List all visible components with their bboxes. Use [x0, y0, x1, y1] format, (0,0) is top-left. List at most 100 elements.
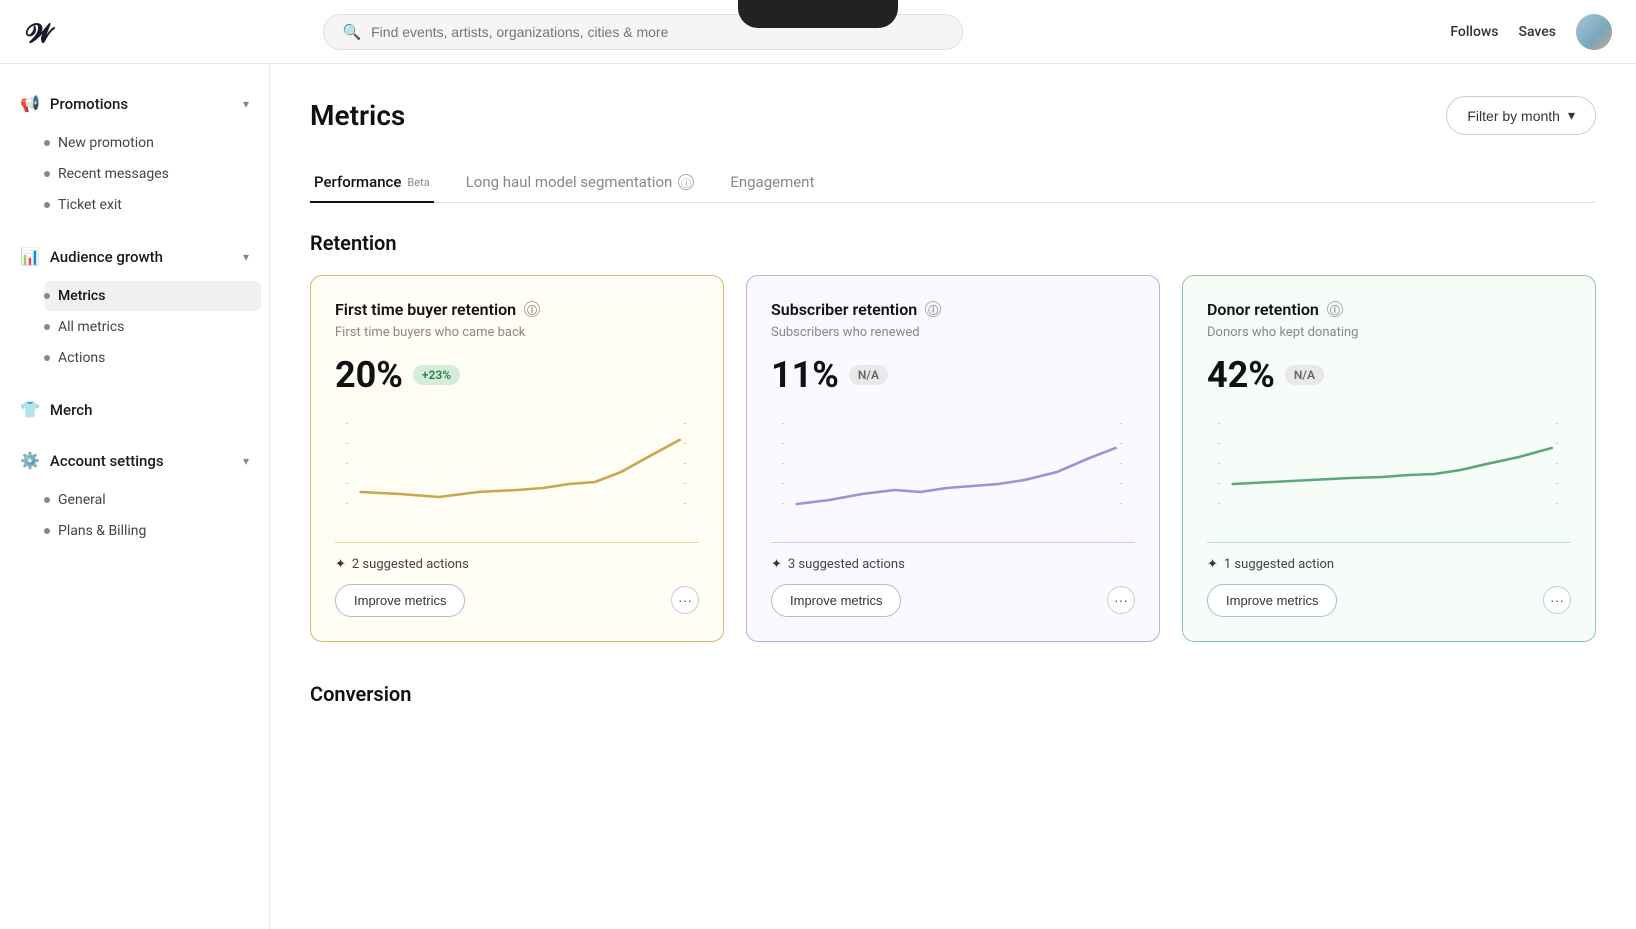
- subscriber-title-text: Subscriber retention: [771, 300, 917, 319]
- card-footer-donor: ✦ 1 suggested action Improve metrics ···: [1207, 542, 1571, 617]
- donor-info-icon: ⓘ: [1327, 301, 1343, 317]
- tab-long-haul-label: Long haul model segmentation: [466, 173, 673, 191]
- top-nav: 𝓦 🔍 Follows Saves: [0, 0, 1636, 64]
- audience-chevron: ▾: [243, 250, 249, 264]
- suggested-actions-subscriber: ✦ 3 suggested actions: [771, 557, 1135, 572]
- dot-icon: [44, 140, 50, 146]
- user-avatar[interactable]: [1576, 14, 1612, 50]
- account-settings-label: Account settings: [50, 452, 164, 470]
- new-promotion-label: New promotion: [58, 135, 154, 151]
- more-btn-first-time[interactable]: ···: [671, 586, 699, 614]
- tab-engagement[interactable]: Engagement: [726, 163, 818, 203]
- sidebar-item-all-metrics[interactable]: All metrics: [44, 312, 261, 342]
- svg-text:-: -: [683, 417, 686, 428]
- card-donor: Donor retention ⓘ Donors who kept donati…: [1182, 275, 1596, 642]
- sidebar-item-recent-messages[interactable]: Recent messages: [44, 159, 261, 189]
- card-actions-first-time: Improve metrics ···: [335, 584, 699, 617]
- card-subtitle-first-time: First time buyers who came back: [335, 325, 699, 340]
- account-sub: General Plans & Billing: [0, 480, 269, 551]
- tab-long-haul[interactable]: Long haul model segmentation ⓘ: [462, 163, 699, 203]
- card-metric-donor: 42% N/A: [1207, 354, 1571, 396]
- conversion-title: Conversion: [310, 682, 1596, 706]
- svg-text:-: -: [1217, 477, 1220, 488]
- svg-text:-: -: [683, 437, 686, 448]
- general-label: General: [58, 492, 106, 508]
- sidebar-item-general[interactable]: General: [44, 485, 261, 515]
- saves-link[interactable]: Saves: [1519, 24, 1556, 40]
- card-actions-subscriber: Improve metrics ···: [771, 584, 1135, 617]
- tab-engagement-label: Engagement: [730, 173, 814, 191]
- svg-text:-: -: [1555, 497, 1558, 508]
- sidebar-section-account: ⚙️ Account settings ▾ General Plans & Bi…: [0, 441, 269, 551]
- subscriber-info-icon: ⓘ: [925, 301, 941, 317]
- svg-text:-: -: [683, 457, 686, 468]
- sidebar-account-header[interactable]: ⚙️ Account settings ▾: [0, 441, 269, 480]
- follows-link[interactable]: Follows: [1450, 24, 1498, 40]
- more-btn-donor[interactable]: ···: [1543, 586, 1571, 614]
- svg-text:-: -: [1119, 497, 1122, 508]
- sidebar: 📢 Promotions ▾ New promotion Recent mess…: [0, 64, 270, 929]
- svg-text:-: -: [781, 497, 784, 508]
- sidebar-item-metrics[interactable]: Metrics: [44, 281, 261, 311]
- tab-performance[interactable]: Performance Beta: [310, 163, 434, 203]
- tabs: Performance Beta Long haul model segment…: [310, 163, 1596, 203]
- suggested-count-subscriber: 3 suggested actions: [788, 557, 905, 572]
- retention-title: Retention: [310, 231, 1596, 255]
- svg-text:-: -: [345, 417, 348, 428]
- account-icon: ⚙️: [20, 451, 40, 470]
- sidebar-section-merch: 👕 Merch: [0, 390, 269, 429]
- merch-icon: 👕: [20, 400, 40, 419]
- svg-text:-: -: [1217, 497, 1220, 508]
- dot-icon: [44, 324, 50, 330]
- metric-badge-donor: N/A: [1285, 365, 1324, 385]
- suggested-actions-first-time: ✦ 2 suggested actions: [335, 557, 699, 572]
- dot-icon: [44, 202, 50, 208]
- metric-badge-subscriber: N/A: [849, 365, 888, 385]
- dot-icon: [44, 528, 50, 534]
- svg-text:-: -: [1555, 477, 1558, 488]
- svg-text:-: -: [345, 457, 348, 468]
- sidebar-item-actions[interactable]: Actions: [44, 343, 261, 373]
- sparkle-icon: ✦: [771, 557, 782, 572]
- actions-label: Actions: [58, 350, 105, 366]
- sidebar-item-plans-billing[interactable]: Plans & Billing: [44, 516, 261, 546]
- plans-billing-label: Plans & Billing: [58, 523, 146, 539]
- improve-btn-subscriber[interactable]: Improve metrics: [771, 584, 901, 617]
- card-subscriber: Subscriber retention ⓘ Subscribers who r…: [746, 275, 1160, 642]
- svg-text:-: -: [683, 477, 686, 488]
- svg-text:-: -: [1119, 457, 1122, 468]
- sidebar-audience-header[interactable]: 📊 Audience growth ▾: [0, 237, 269, 276]
- dot-icon: [44, 355, 50, 361]
- metric-badge-first-time: +23%: [413, 365, 460, 385]
- metric-value-subscriber: 11%: [771, 354, 839, 396]
- improve-btn-donor[interactable]: Improve metrics: [1207, 584, 1337, 617]
- all-metrics-label: All metrics: [58, 319, 124, 335]
- account-chevron: ▾: [243, 454, 249, 468]
- card-subtitle-donor: Donors who kept donating: [1207, 325, 1571, 340]
- filter-by-month-button[interactable]: Filter by month ▾: [1446, 96, 1596, 135]
- improve-btn-first-time[interactable]: Improve metrics: [335, 584, 465, 617]
- card-title-first-time: First time buyer retention ⓘ: [335, 300, 699, 319]
- sidebar-item-ticket-exit[interactable]: Ticket exit: [44, 190, 261, 220]
- search-icon: 🔍: [342, 23, 361, 41]
- card-title-subscriber: Subscriber retention ⓘ: [771, 300, 1135, 319]
- svg-text:-: -: [1555, 457, 1558, 468]
- promotions-sub: New promotion Recent messages Ticket exi…: [0, 123, 269, 225]
- promotions-chevron: ▾: [243, 97, 249, 111]
- cards-row: First time buyer retention ⓘ First time …: [310, 275, 1596, 642]
- svg-text:-: -: [345, 437, 348, 448]
- card-footer-subscriber: ✦ 3 suggested actions Improve metrics ··…: [771, 542, 1135, 617]
- suggested-count-donor: 1 suggested action: [1224, 557, 1334, 572]
- sidebar-merch-header[interactable]: 👕 Merch: [0, 390, 269, 429]
- sidebar-item-new-promotion[interactable]: New promotion: [44, 128, 261, 158]
- svg-text:-: -: [1119, 477, 1122, 488]
- main-content: Metrics Filter by month ▾ Performance Be…: [270, 64, 1636, 929]
- svg-text:-: -: [1217, 457, 1220, 468]
- nav-right: Follows Saves: [1450, 14, 1612, 50]
- sidebar-section-promotions: 📢 Promotions ▾ New promotion Recent mess…: [0, 84, 269, 225]
- beta-badge: Beta: [407, 176, 429, 189]
- sidebar-promotions-header[interactable]: 📢 Promotions ▾: [0, 84, 269, 123]
- more-btn-subscriber[interactable]: ···: [1107, 586, 1135, 614]
- suggested-actions-donor: ✦ 1 suggested action: [1207, 557, 1571, 572]
- first-time-info-icon: ⓘ: [524, 301, 540, 317]
